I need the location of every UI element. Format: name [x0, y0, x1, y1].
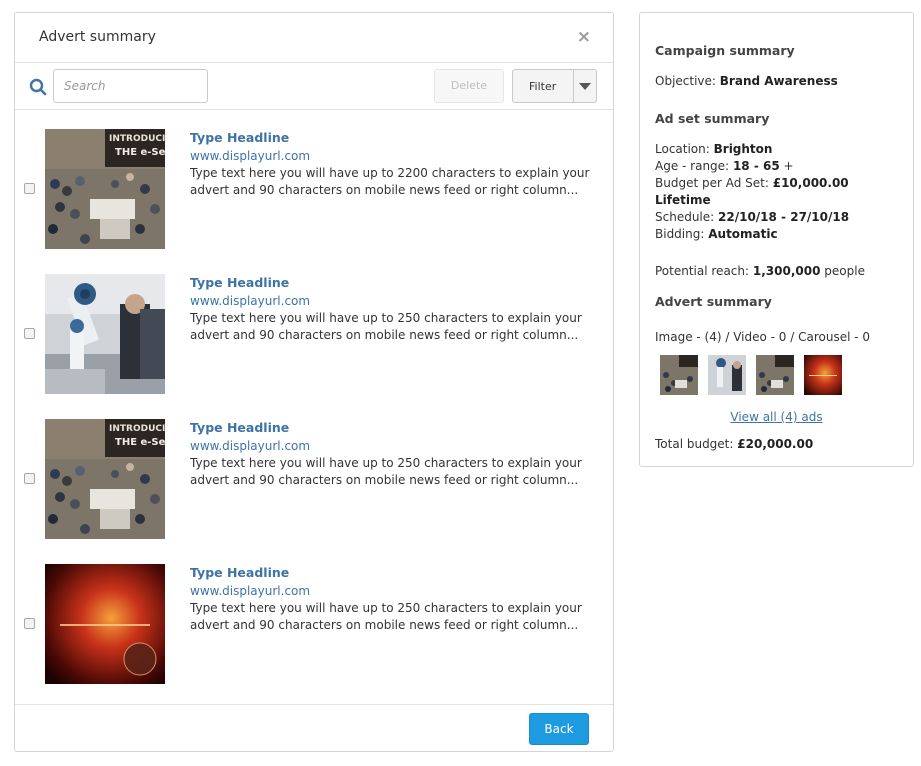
ad-checkbox[interactable]: [24, 618, 35, 629]
modal-header: Advert summary ×: [15, 13, 613, 63]
budget-type: Lifetime: [655, 193, 711, 207]
ad-thumbnail[interactable]: [756, 355, 794, 395]
svg-text:THE e-Series: THE e-Series: [115, 437, 165, 448]
reach-label: Potential reach:: [655, 264, 750, 278]
budget-value: £10,000.00: [772, 176, 849, 190]
ad-checkbox[interactable]: [24, 473, 35, 484]
objective-value: Brand Awareness: [719, 74, 838, 88]
filter-button[interactable]: Filter: [512, 69, 597, 103]
budget-type-value: Lifetime: [655, 193, 711, 207]
format-counts: Image - (4) / Video - 0 / Carousel - 0: [655, 330, 871, 344]
ad-checkbox[interactable]: [24, 328, 35, 339]
view-all-ads-link[interactable]: View all (4) ads: [640, 410, 913, 424]
expo-crowd-image: INTRODUCING THE e-Series: [45, 419, 165, 539]
bidding-value: Automatic: [708, 227, 778, 241]
ad-headline[interactable]: Type Headline: [190, 275, 289, 290]
ad-body-text: Type text here you will have up to 250 c…: [190, 456, 582, 487]
age-suffix: +: [783, 159, 794, 173]
filter-label: Filter: [529, 80, 557, 93]
age-label: Age - range:: [655, 159, 730, 173]
toolbar: Delete Filter: [15, 63, 613, 110]
location-line: Location: Brighton: [655, 142, 772, 156]
schedule-label: Schedule:: [655, 210, 715, 224]
total-budget-value: £20,000.00: [737, 437, 814, 451]
advert-summary-heading: Advert summary: [655, 294, 772, 309]
summary-panel: Campaign summary Objective: Brand Awaren…: [639, 12, 914, 467]
ad-checkbox[interactable]: [24, 183, 35, 194]
svg-text:THE e-Series: THE e-Series: [115, 147, 165, 158]
reach-value: 1,300,000: [752, 264, 821, 278]
close-icon[interactable]: ×: [577, 27, 591, 47]
total-budget-label: Total budget:: [655, 437, 734, 451]
campaign-summary-heading: Campaign summary: [655, 43, 795, 58]
schedule-value: 22/10/18 - 27/10/18: [718, 210, 850, 224]
bidding-line: Bidding: Automatic: [655, 227, 778, 241]
list-item: Type Headline www.displayurl.com Type te…: [15, 546, 613, 691]
budget-line: Budget per Ad Set: £10,000.00: [655, 176, 849, 190]
location-value: Brighton: [713, 142, 773, 156]
search-icon[interactable]: [29, 78, 47, 96]
schedule-line: Schedule: 22/10/18 - 27/10/18: [655, 210, 849, 224]
ad-thumbnail[interactable]: [804, 355, 842, 395]
list-item: INTRODUCING THE e-Series Type Headline w…: [15, 401, 613, 546]
search-input[interactable]: [53, 69, 208, 103]
advert-summary-modal: Advert summary × Delete Filter INTRODUCI…: [14, 12, 614, 752]
ad-body-text: Type text here you will have up to 250 c…: [190, 601, 582, 632]
location-label: Location:: [655, 142, 710, 156]
breaking-news-image: [45, 564, 165, 684]
ad-thumbnail[interactable]: [708, 355, 746, 395]
bidding-label: Bidding:: [655, 227, 705, 241]
list-item: Type Headline www.displayurl.com Type te…: [15, 256, 613, 401]
filter-divider: [573, 70, 574, 102]
ad-display-url: www.displayurl.com: [190, 149, 311, 163]
back-button[interactable]: Back: [529, 713, 589, 745]
robot-arm-image: [45, 274, 165, 394]
delete-button[interactable]: Delete: [434, 69, 504, 103]
budget-label: Budget per Ad Set:: [655, 176, 769, 190]
objective-line: Objective: Brand Awareness: [655, 74, 838, 88]
svg-text:INTRODUCING: INTRODUCING: [109, 424, 165, 434]
expo-crowd-image: INTRODUCING THE e-Series: [45, 129, 165, 249]
chevron-down-icon[interactable]: [579, 83, 591, 90]
adset-summary-heading: Ad set summary: [655, 111, 770, 126]
ad-body-text: Type text here you will have up to 250 c…: [190, 311, 582, 342]
total-budget-line: Total budget: £20,000.00: [655, 437, 813, 451]
ad-headline[interactable]: Type Headline: [190, 565, 289, 580]
reach-suffix: people: [824, 264, 865, 278]
ad-headline[interactable]: Type Headline: [190, 130, 289, 145]
age-value: 18 - 65: [732, 159, 780, 173]
ad-display-url: www.displayurl.com: [190, 439, 311, 453]
ad-display-url: www.displayurl.com: [190, 584, 311, 598]
list-item: INTRODUCING THE e-Series Type Headline w…: [15, 111, 613, 256]
svg-text:INTRODUCING: INTRODUCING: [109, 134, 165, 144]
ad-body-text: Type text here you will have up to 2200 …: [190, 166, 590, 197]
ad-headline[interactable]: Type Headline: [190, 420, 289, 435]
modal-footer: Back: [15, 704, 613, 751]
ad-display-url: www.displayurl.com: [190, 294, 311, 308]
reach-line: Potential reach: 1,300,000 people: [655, 264, 865, 278]
ad-thumbnail[interactable]: [660, 355, 698, 395]
modal-title: Advert summary: [39, 29, 156, 45]
age-line: Age - range: 18 - 65 +: [655, 159, 794, 173]
objective-label: Objective:: [655, 74, 716, 88]
